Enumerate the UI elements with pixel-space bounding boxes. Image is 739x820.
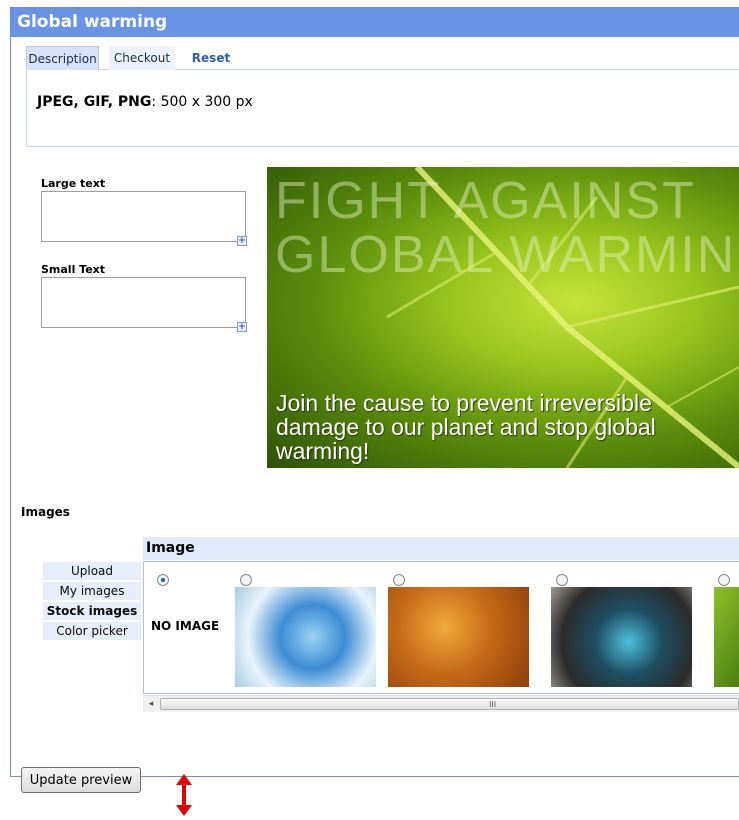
tab-description[interactable]: Description	[26, 46, 99, 70]
scrollbar-grip-icon: III	[489, 700, 497, 709]
banner-small-text: Join the cause to prevent irreversible d…	[276, 390, 656, 464]
format-types: JPEG, GIF, PNG	[37, 94, 152, 110]
banner-large-text-line2: GLOBAL WARMING	[275, 226, 739, 284]
tabs-container: Description Checkout Reset JPEG, GIF, PN…	[26, 46, 739, 147]
menu-my-images[interactable]: My images	[43, 582, 141, 600]
banner-preview: FIGHT AGAINST GLOBAL WARMING Join the ca…	[267, 167, 739, 468]
update-preview-button[interactable]: Update preview	[21, 767, 141, 793]
images-heading: Images	[21, 505, 70, 519]
large-text-input[interactable]	[41, 191, 246, 242]
menu-upload[interactable]: Upload	[43, 562, 141, 580]
image-source-menu: Upload My images Stock images Color pick…	[43, 562, 141, 642]
small-text-expand-button[interactable]: +	[237, 322, 247, 332]
blue-abstract-image[interactable]	[551, 587, 692, 687]
small-text-label: Small Text	[41, 263, 106, 276]
format-size: : 500 x 300 px	[151, 94, 253, 110]
tab-checkout[interactable]: Checkout	[109, 46, 175, 70]
large-text-label: Large text	[41, 177, 106, 190]
image-radio-3[interactable]	[556, 574, 568, 586]
image-picker: Image NO IMAGE ◂ III	[143, 537, 739, 715]
image-radio-1[interactable]	[240, 574, 252, 586]
image-options: NO IMAGE	[143, 561, 739, 694]
panel-title: Global warming	[11, 8, 739, 37]
resize-arrow-icon[interactable]	[176, 774, 192, 816]
green-leaf-image[interactable]	[714, 587, 739, 687]
water-globe-image[interactable]	[235, 587, 376, 687]
small-text-input[interactable]	[41, 277, 246, 328]
menu-stock-images[interactable]: Stock images	[43, 602, 141, 620]
banner-large-text-line1: FIGHT AGAINST	[275, 172, 696, 230]
menu-color-picker[interactable]: Color picker	[43, 622, 141, 640]
image-radio-4[interactable]	[718, 574, 730, 586]
image-radio-2[interactable]	[393, 574, 405, 586]
reset-link[interactable]: Reset	[186, 46, 236, 70]
no-image-radio[interactable]	[157, 574, 169, 586]
scrollbar-thumb[interactable]: III	[160, 698, 739, 710]
format-info: JPEG, GIF, PNG: 500 x 300 px	[37, 94, 253, 110]
no-image-label: NO IMAGE	[151, 619, 220, 633]
large-text-expand-button[interactable]: +	[237, 236, 247, 246]
horizontal-scrollbar[interactable]: ◂ III	[143, 695, 739, 712]
scroll-left-icon[interactable]: ◂	[145, 699, 157, 709]
orange-texture-image[interactable]	[388, 587, 529, 687]
image-panel-title: Image	[143, 537, 739, 560]
